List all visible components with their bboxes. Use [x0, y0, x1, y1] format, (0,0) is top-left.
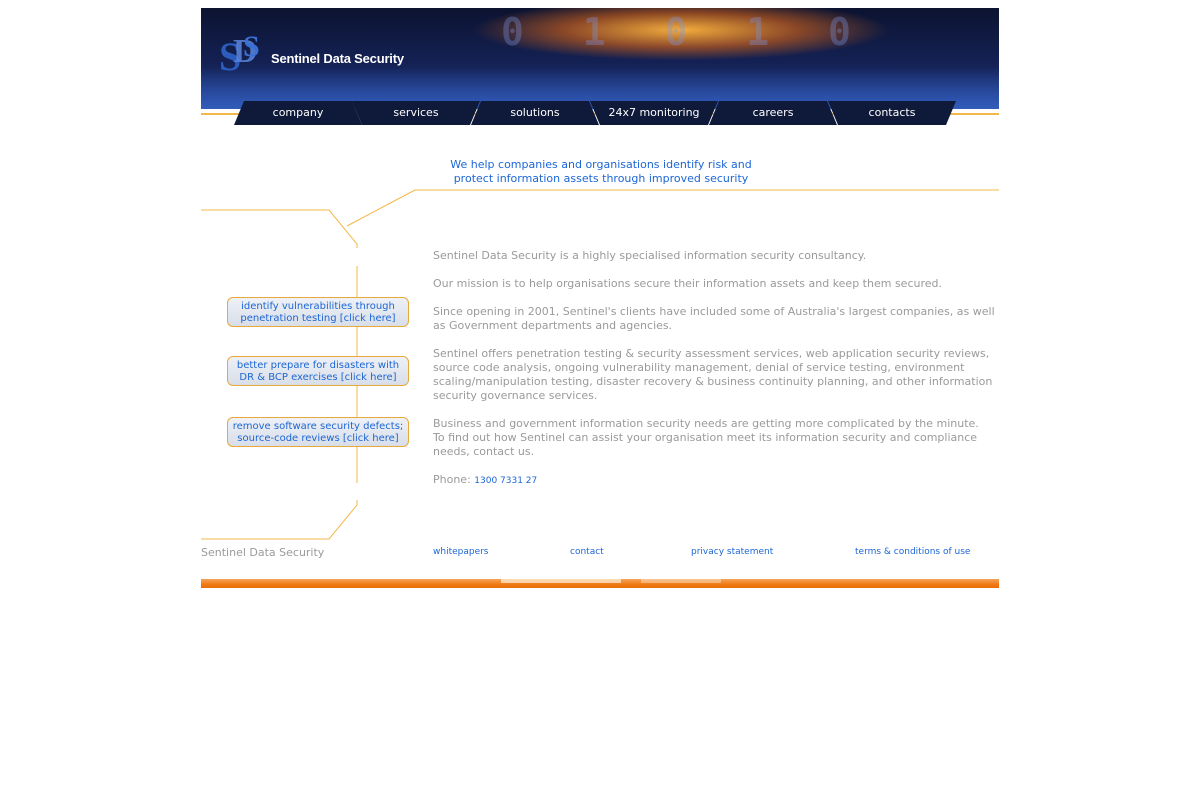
promo-dr-bcp-button[interactable]: better prepare for disasters with DR & B…	[227, 356, 409, 386]
page-container: 0 1 0 1 0 S D S Sentinel Data Security c…	[201, 8, 999, 588]
footer-link-privacy[interactable]: privacy statement	[691, 547, 773, 557]
promo-penetration-testing-button[interactable]: identify vulnerabilities through penetra…	[227, 297, 409, 327]
footer-brand: Sentinel Data Security	[201, 546, 325, 559]
promo-source-code-review-button[interactable]: remove software security defects; source…	[227, 417, 409, 447]
services-paragraph: Sentinel offers penetration testing & se…	[433, 347, 993, 402]
footer-bar	[201, 579, 999, 588]
phone-number-link[interactable]: 1300 7331 27	[474, 476, 537, 486]
footer-link-whitepapers[interactable]: whitepapers	[433, 547, 489, 557]
history-paragraph: Since opening in 2001, Sentinel's client…	[433, 305, 995, 332]
mission-paragraph: Our mission is to help organisations sec…	[433, 277, 942, 290]
footer-link-contact[interactable]: contact	[570, 547, 604, 557]
footer-link-terms[interactable]: terms & conditions of use	[855, 547, 970, 557]
phone-label: Phone:	[433, 473, 471, 486]
main-content: Sentinel Data Security is a highly speci…	[433, 249, 999, 502]
contact-paragraph: Business and government information secu…	[433, 417, 979, 458]
phone-line: Phone: 1300 7331 27	[433, 473, 999, 488]
intro-paragraph: Sentinel Data Security is a highly speci…	[433, 249, 867, 262]
